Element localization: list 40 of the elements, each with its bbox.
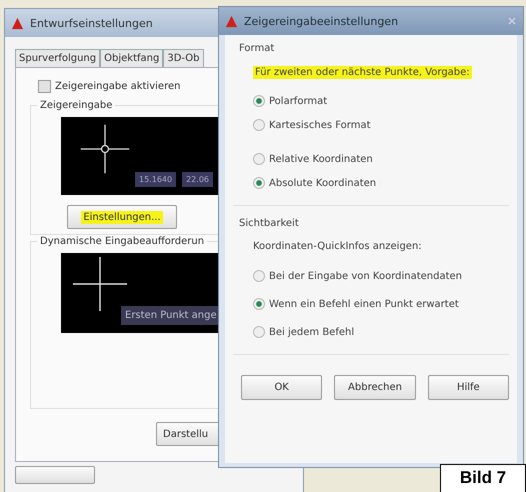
dialog-button[interactable]: Hilfe — [428, 375, 509, 400]
window-title: Entwurfseinstellungen — [30, 16, 153, 30]
triangle-logo-icon — [225, 14, 238, 28]
radio-button[interactable] — [253, 119, 265, 131]
tab[interactable]: Spurverfolgung — [15, 49, 100, 67]
tab[interactable]: Objektfang — [100, 49, 164, 67]
radio-button[interactable] — [253, 270, 265, 282]
visibility-prompt: Koordinaten-QuickInfos anzeigen: — [253, 241, 422, 252]
options-button[interactable] — [15, 466, 95, 484]
radio-label: Absolute Koordinaten — [269, 178, 376, 188]
section-title: Format — [239, 43, 276, 54]
radio-button[interactable] — [253, 95, 265, 107]
window-title: Zeigereingabeeinstellungen — [244, 14, 398, 28]
format-prompt: Für zweiten oder nächste Punkte, Vorgabe: — [253, 66, 472, 79]
tab[interactable]: 3D-Ob — [163, 49, 204, 67]
checkbox-label: Zeigereingabe aktivieren — [55, 81, 180, 92]
settings-button[interactable]: Einstellungen... — [67, 205, 177, 229]
radio-label: Bei jedem Befehl — [269, 326, 354, 338]
radio-button[interactable] — [253, 153, 265, 165]
prompt-tooltip: Ersten Punkt ange — [121, 306, 221, 325]
radio-label: Polarformat — [269, 96, 328, 106]
crosshair-icon — [79, 123, 131, 175]
checkbox[interactable] — [38, 80, 51, 93]
radio-label: Wenn ein Befehl einen Punkt erwartet — [269, 298, 459, 310]
triangle-logo-icon — [11, 16, 24, 30]
dialog-button[interactable]: Abbrechen — [334, 375, 416, 400]
radio-button[interactable] — [253, 326, 265, 338]
dialog-button[interactable]: OK — [241, 375, 322, 400]
group-title: Dynamische Eingabeaufforderun — [37, 236, 208, 247]
radio-label: Relative Koordinaten — [269, 154, 373, 164]
coordinate-tooltip: 15.1640 — [135, 172, 176, 187]
group-title: Zeigereingabe — [37, 100, 116, 111]
radio-button[interactable] — [253, 177, 265, 189]
coordinate-tooltip: 22.06 — [182, 172, 213, 187]
close-icon[interactable] — [507, 16, 517, 26]
radio-button[interactable] — [253, 298, 265, 310]
section-title: Sichtbarkeit — [239, 218, 300, 229]
figure-caption: Bild 7 — [440, 464, 526, 492]
radio-label: Bei der Eingabe von Koordinatendaten — [269, 270, 462, 282]
radio-label: Kartesisches Format — [269, 120, 371, 130]
